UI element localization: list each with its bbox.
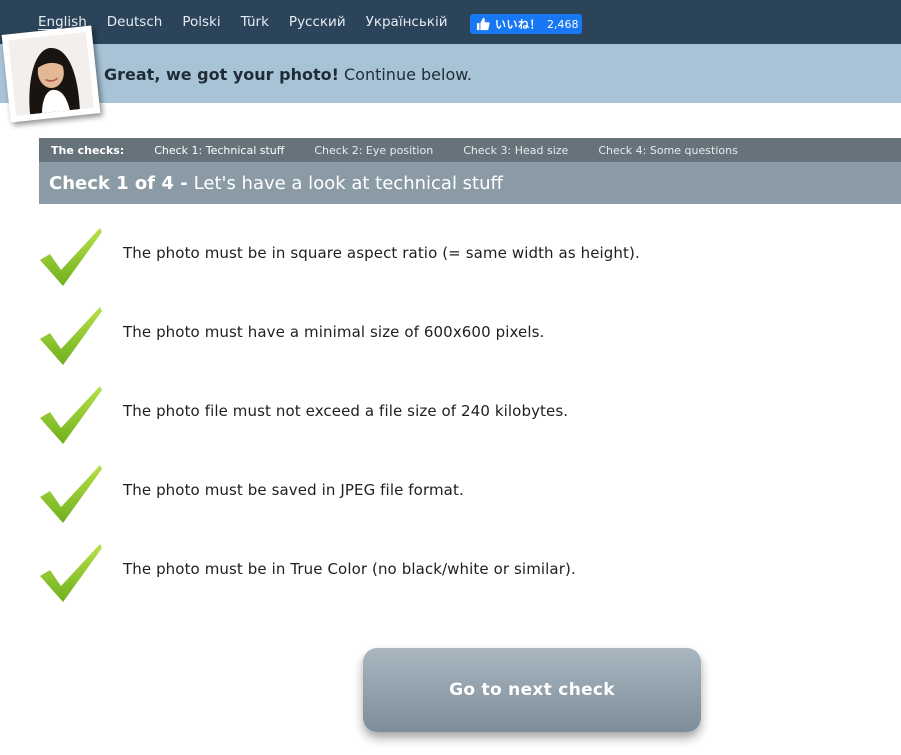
checks-tab-bar: The checks: Check 1: Technical stuff Che… [39, 138, 901, 162]
check-text: The photo must be saved in JPEG file for… [123, 481, 464, 499]
checkmark-icon [40, 307, 102, 365]
banner-message: Great, we got your photo! Continue below… [104, 65, 472, 84]
photo-received-banner: Great, we got your photo! Continue below… [0, 44, 901, 103]
lang-polski[interactable]: Polski [182, 14, 220, 30]
lang-turk[interactable]: Türk [241, 14, 269, 30]
banner-message-rest: Continue below. [338, 65, 472, 84]
lang-deutsch[interactable]: Deutsch [107, 14, 163, 30]
lang-ukrainian[interactable]: Українській [366, 14, 448, 30]
checkmark-icon [40, 465, 102, 523]
check-item: The photo must be saved in JPEG file for… [38, 463, 878, 527]
check-item: The photo must have a minimal size of 60… [38, 305, 878, 369]
thumbs-up-icon [476, 17, 490, 31]
check-text: The photo must be in square aspect ratio… [123, 244, 640, 262]
tabs-label: The checks: [51, 143, 125, 157]
checkmark-icon [40, 228, 102, 286]
language-menu: English Deutsch Polski Türk Русский Укра… [38, 14, 467, 30]
uploaded-photo-thumbnail [1, 25, 101, 123]
tab-check-4[interactable]: Check 4: Some questions [598, 144, 737, 157]
like-count: 2,468 [547, 17, 579, 31]
check-item: The photo must be in square aspect ratio… [38, 226, 878, 290]
tab-check-1[interactable]: Check 1: Technical stuff [154, 144, 284, 157]
portrait-image [8, 32, 94, 116]
section-heading: Check 1 of 4 - Let's have a look at tech… [39, 162, 901, 204]
check-text: The photo must be in True Color (no blac… [123, 560, 576, 578]
banner-message-bold: Great, we got your photo! [104, 65, 339, 84]
checkmark-icon [40, 386, 102, 444]
checkmark-icon [40, 544, 102, 602]
tab-check-3[interactable]: Check 3: Head size [463, 144, 568, 157]
check-text: The photo must have a minimal size of 60… [123, 323, 545, 341]
check-text: The photo file must not exceed a file si… [123, 402, 569, 420]
check-item: The photo must be in True Color (no blac… [38, 542, 878, 606]
next-check-button[interactable]: Go to next check [363, 648, 701, 732]
section-heading-title: Let's have a look at technical stuff [193, 172, 503, 194]
check-item: The photo file must not exceed a file si… [38, 384, 878, 448]
section-heading-step: Check 1 of 4 - [49, 172, 188, 194]
top-bar: English Deutsch Polski Türk Русский Укра… [0, 0, 901, 44]
facebook-like-button[interactable]: いいね！ 2,468 [470, 14, 582, 34]
tab-check-2[interactable]: Check 2: Eye position [314, 144, 433, 157]
lang-russian[interactable]: Русский [289, 14, 346, 30]
like-label: いいね！ [495, 18, 541, 31]
